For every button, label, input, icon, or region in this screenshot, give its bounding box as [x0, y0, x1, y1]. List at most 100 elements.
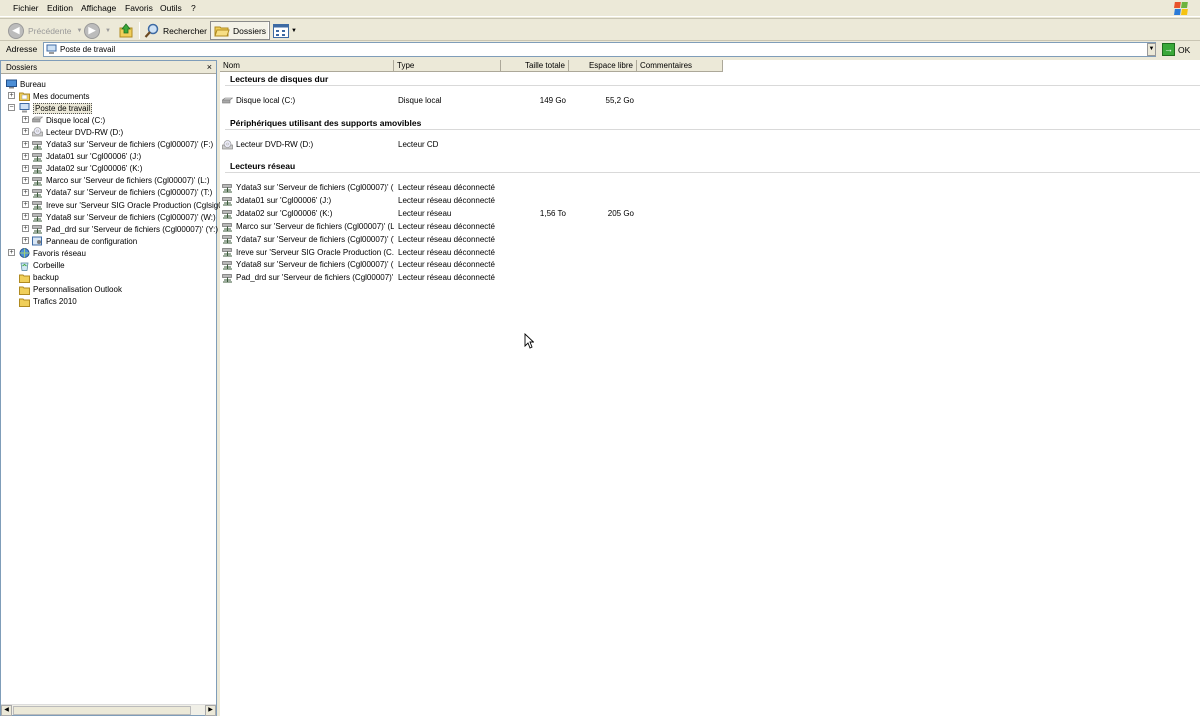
tree-item[interactable]: Trafics 2010 [19, 296, 77, 308]
tree-item[interactable]: Ydata8 sur 'Serveur de fichiers (Cgl0000… [32, 211, 216, 223]
tree-expander-icon[interactable]: + [22, 188, 29, 196]
file-name: Ydata8 sur 'Serveur de fichiers (Cgl0000… [236, 260, 394, 270]
menu-help[interactable]: ? [191, 3, 196, 13]
column-header-comments[interactable]: Commentaires [637, 60, 723, 72]
up-folder-button[interactable] [118, 21, 134, 40]
file-name: Lecteur DVD-RW (D:) [236, 140, 314, 149]
forward-dropdown-icon[interactable]: ▼ [105, 28, 111, 34]
go-button[interactable]: → OK [1162, 43, 1190, 56]
file-row[interactable]: Ydata8 sur 'Serveur de fichiers (Cgl0000… [222, 258, 722, 271]
tree-expander-icon[interactable]: + [22, 140, 29, 148]
file-type: Lecteur réseau déconnecté [398, 183, 495, 192]
file-type: Lecteur réseau [398, 208, 452, 218]
network-drive-icon [222, 209, 232, 219]
tree-item[interactable]: backup [19, 272, 59, 284]
tree-item-label: Jdata02 sur 'Cgl00006' (K:) [46, 164, 143, 174]
tree-item[interactable]: Favoris réseau [19, 247, 86, 259]
group-header: Lecteurs de disques dur [230, 74, 329, 84]
tree-expander-icon[interactable]: + [22, 176, 29, 184]
tree-item[interactable]: Mes documents [19, 90, 89, 102]
folders-button[interactable]: Dossiers [210, 21, 271, 40]
file-name-cell: Ireve sur 'Serveur SIG Oracle Production… [222, 246, 394, 259]
tree-expander-icon[interactable]: + [22, 237, 29, 245]
tree-item-label: Personnalisation Outlook [33, 285, 122, 295]
tree-item[interactable]: Corbeille [19, 260, 65, 272]
column-header-name[interactable]: Nom [220, 60, 394, 72]
mouse-cursor-icon [524, 333, 534, 349]
tree-expander-icon[interactable]: + [22, 116, 29, 124]
dvd-drive-icon [32, 127, 43, 137]
file-total-size [505, 246, 566, 259]
tree-item[interactable]: Ireve sur 'Serveur SIG Oracle Production… [32, 199, 227, 211]
tree-expander-icon[interactable]: + [22, 225, 29, 233]
tree-item[interactable]: Pad_drd sur 'Serveur de fichiers (Cgl000… [32, 223, 218, 235]
address-input[interactable]: Poste de travail [43, 42, 1156, 57]
file-type: Lecteur réseau déconnecté [398, 195, 495, 205]
tree-item-label: Ireve sur 'Serveur SIG Oracle Production… [46, 200, 228, 210]
scrollbar-thumb[interactable] [13, 706, 191, 715]
folders-pane-title: Dossiers [6, 63, 38, 72]
tree-item[interactable]: Ydata3 sur 'Serveur de fichiers (Cgl0000… [32, 139, 213, 151]
close-icon[interactable]: × [207, 61, 212, 74]
menu-affichage[interactable]: Affichage [81, 3, 116, 13]
scroll-right-icon[interactable]: ▶ [205, 705, 216, 716]
search-button[interactable]: Rechercher [144, 21, 207, 40]
file-name-cell: Ydata8 sur 'Serveur de fichiers (Cgl0000… [222, 258, 394, 271]
back-dropdown-icon[interactable]: ▼ [76, 28, 82, 34]
column-header-free-space[interactable]: Espace libre [569, 60, 637, 72]
file-row[interactable]: Pad_drd sur 'Serveur de fichiers (Cgl000… [222, 271, 722, 284]
back-button[interactable]: ◀ Précédente ▼ [8, 21, 82, 40]
tree-item-label: Favoris réseau [33, 248, 86, 258]
menu-favoris[interactable]: Favoris [125, 3, 153, 13]
tree-item[interactable]: Personnalisation Outlook [19, 284, 122, 296]
views-button[interactable]: ▼ [273, 21, 297, 40]
file-row[interactable]: Jdata02 sur 'Cgl00006' (K:) Lecteur résea… [222, 207, 722, 220]
file-row[interactable]: Ydata3 sur 'Serveur de fichiers (Cgl0000… [222, 181, 722, 194]
folder-icon [19, 298, 30, 307]
tree-expander-icon[interactable]: + [8, 92, 15, 100]
tree-item[interactable]: Jdata01 sur 'Cgl00006' (J:) [32, 151, 141, 163]
network-drive-icon [32, 140, 42, 149]
tree-item-label: Bureau [20, 79, 46, 89]
scroll-left-icon[interactable]: ◀ [1, 705, 12, 716]
tree-item[interactable]: Poste de travail [19, 102, 93, 114]
documents-folder-icon [19, 92, 30, 102]
tree-expander-icon[interactable]: + [22, 164, 29, 172]
file-type: Lecteur réseau déconnecté [398, 260, 495, 270]
tree-expander-icon[interactable]: − [8, 104, 15, 112]
column-header-type[interactable]: Type [394, 60, 501, 72]
dvd-drive-icon [222, 140, 233, 150]
computer-icon [46, 44, 57, 54]
tree-expander-icon[interactable]: + [22, 128, 29, 136]
address-dropdown-icon[interactable]: ▼ [1147, 43, 1156, 56]
file-row[interactable]: Ireve sur 'Serveur SIG Oracle Production… [222, 246, 722, 259]
menu-edition[interactable]: Edition [47, 3, 73, 13]
column-header-total-size[interactable]: Taille totale [501, 60, 569, 72]
tree-item[interactable]: Lecteur DVD-RW (D:) [32, 126, 123, 138]
file-row[interactable]: Ydata7 sur 'Serveur de fichiers (Cgl0000… [222, 233, 722, 246]
file-name: Jdata02 sur 'Cgl00006' (K:) [236, 208, 333, 218]
forward-button[interactable]: ▶ ▼ [84, 21, 111, 40]
tree-item[interactable]: Disque local (C:) [32, 114, 105, 126]
file-row[interactable]: Marco sur 'Serveur de fichiers (Cgl00007… [222, 220, 722, 233]
tree-expander-icon[interactable]: + [22, 152, 29, 160]
tree-expander-icon[interactable]: + [8, 249, 15, 257]
toolbar: ◀ Précédente ▼ ▶ ▼ Rechercher Dossiers ▼ [0, 18, 1200, 41]
file-name-cell: Ydata3 sur 'Serveur de fichiers (Cgl0000… [222, 181, 394, 194]
folders-pane: Dossiers × Bureau + Mes documents − Poste de… [0, 60, 227, 716]
file-row[interactable]: Lecteur DVD-RW (D:) Lecteur CD [222, 138, 722, 151]
horizontal-scrollbar[interactable]: ◀ ▶ [1, 704, 216, 716]
menu-fichier[interactable]: Fichier [13, 3, 39, 13]
tree-item[interactable]: Panneau de configuration [32, 235, 137, 247]
tree-item[interactable]: Ydata7 sur 'Serveur de fichiers (Cgl0000… [32, 187, 212, 199]
file-row[interactable]: Jdata01 sur 'Cgl00006' (J:) Lecteur résea… [222, 194, 722, 207]
file-row[interactable]: Disque local (C:) Disque local 149 Go 55,2 … [222, 94, 722, 107]
tree-expander-icon[interactable]: + [22, 213, 29, 221]
menu-outils[interactable]: Outils [160, 3, 182, 13]
tree-item[interactable]: Bureau [6, 78, 46, 90]
file-total-size [505, 233, 566, 246]
tree-expander-icon[interactable]: + [22, 201, 29, 208]
tree-item[interactable]: Jdata02 sur 'Cgl00006' (K:) [32, 163, 142, 175]
hard-disk-icon [222, 97, 233, 104]
tree-item[interactable]: Marco sur 'Serveur de fichiers (Cgl00007… [32, 175, 210, 187]
